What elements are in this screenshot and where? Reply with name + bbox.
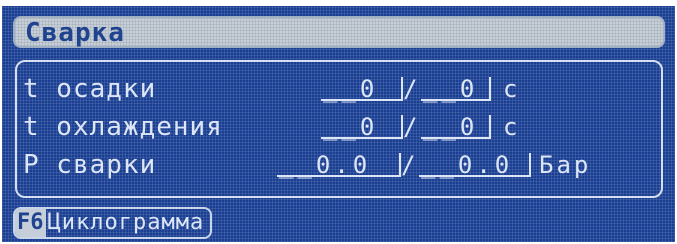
param-row-welding-pressure: Р сварки __0.0 / __0.0 Бар (17, 150, 661, 180)
value-separator: / (403, 75, 418, 103)
cyclogram-softkey[interactable]: F6 Циклограмма (13, 207, 213, 239)
unit-label: Бар (539, 151, 592, 179)
param-label: t охлаждения (23, 112, 223, 142)
actual-value-field: __0 (321, 115, 403, 139)
parameters-panel: t осадки __0 / __0 с t охлаждения __0 / … (15, 60, 663, 198)
title-bar: Сварка (13, 16, 665, 48)
param-label: Р сварки (23, 150, 157, 180)
value-separator: / (403, 113, 418, 141)
setpoint-input[interactable]: __0 (421, 77, 491, 101)
param-row-cooling-time: t охлаждения __0 / __0 с (17, 112, 661, 142)
actual-value-field: __0 (321, 77, 403, 101)
param-row-settling-time: t осадки __0 / __0 с (17, 74, 661, 104)
unit-label: с (503, 75, 521, 103)
param-label: t осадки (23, 74, 157, 104)
setpoint-input[interactable]: __0.0 (419, 153, 531, 177)
unit-label: с (503, 113, 521, 141)
function-key-badge: F6 (15, 209, 46, 237)
hmi-screen: Сварка t осадки __0 / __0 с t охлаждения… (2, 6, 675, 242)
setpoint-input[interactable]: __0 (421, 115, 491, 139)
actual-value-field: __0.0 (277, 153, 401, 177)
softkey-label: Циклограмма (47, 210, 205, 235)
value-separator: / (401, 151, 416, 179)
screen-title: Сварка (25, 18, 125, 48)
